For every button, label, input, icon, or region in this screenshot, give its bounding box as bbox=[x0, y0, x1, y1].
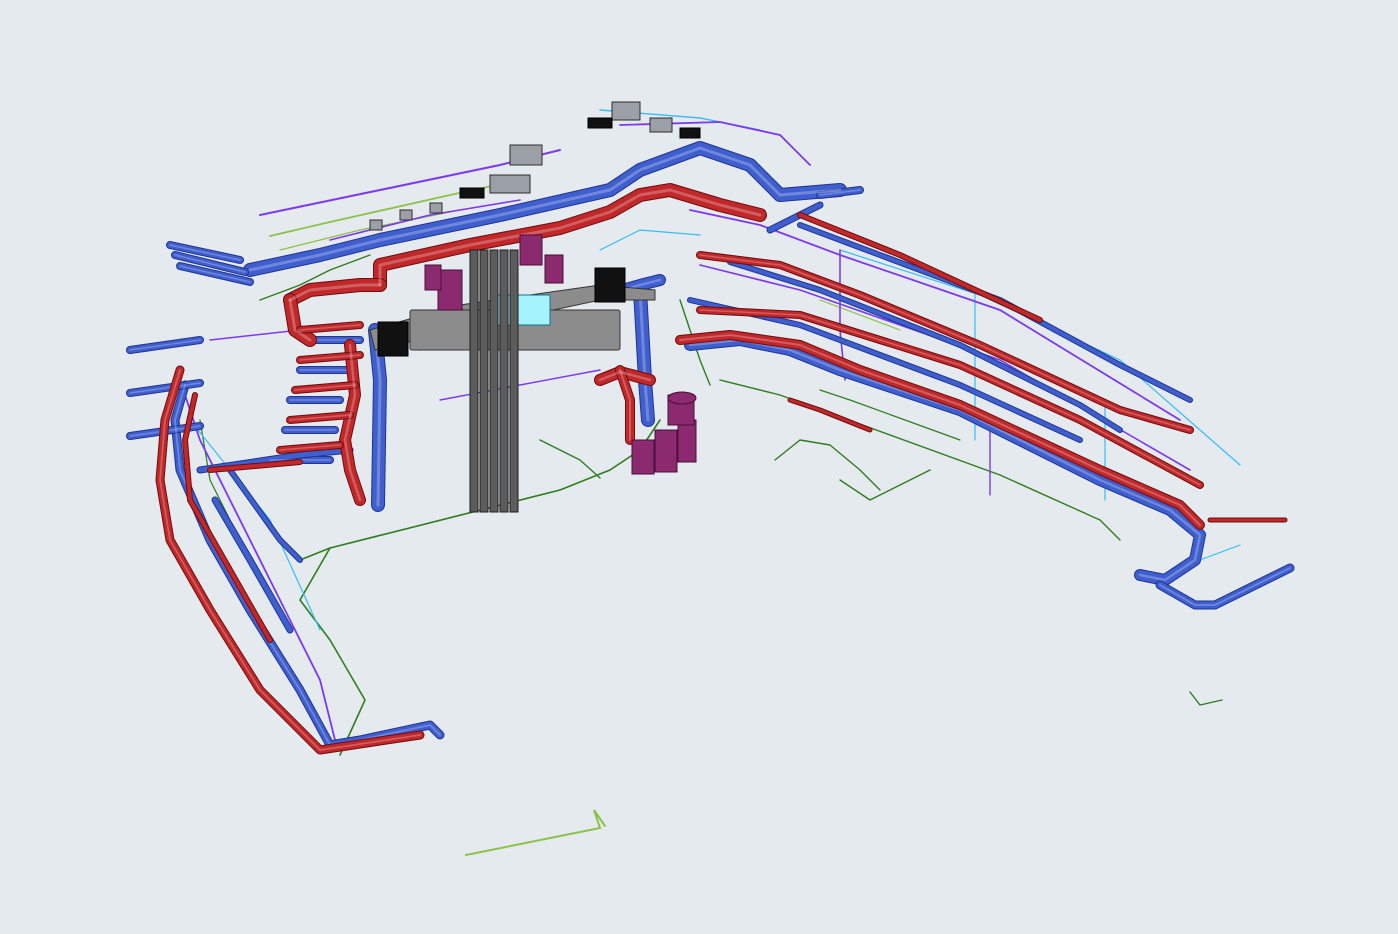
green-pipe bbox=[1189, 691, 1223, 706]
supply-duct-outline bbox=[684, 334, 1206, 586]
condensate-piping-layer bbox=[199, 254, 1223, 756]
light-green-pipe bbox=[465, 809, 606, 856]
rooftop-unit bbox=[611, 101, 641, 121]
ahu-black-section bbox=[594, 267, 626, 303]
shaft-equipment-top bbox=[667, 391, 697, 405]
supply-duct-highlight bbox=[688, 338, 1202, 582]
shaft-equipment bbox=[631, 439, 655, 475]
supply-duct-outline bbox=[170, 380, 445, 750]
ahu-black-section bbox=[377, 321, 409, 357]
rooftop-unit bbox=[649, 117, 673, 133]
vertical-riser bbox=[489, 249, 499, 513]
light-blue-pipe bbox=[1199, 544, 1241, 561]
supply-duct bbox=[688, 298, 1082, 442]
supply-duct-outline bbox=[687, 297, 1083, 443]
green-pipe bbox=[299, 547, 366, 756]
green-pipe bbox=[539, 439, 601, 479]
ahu-cyan-coil bbox=[489, 294, 551, 326]
vertical-riser bbox=[479, 249, 489, 513]
rooftop-unit bbox=[509, 144, 543, 166]
vertical-riser bbox=[509, 249, 519, 513]
rooftop-unit-black bbox=[679, 127, 701, 139]
mep-model-drawing[interactable] bbox=[0, 0, 1398, 934]
green-pipe bbox=[839, 469, 931, 501]
shaft-equipment bbox=[654, 429, 678, 473]
small-equipment bbox=[429, 202, 443, 214]
shaft-equipment bbox=[437, 269, 463, 311]
3d-model-viewport[interactable] bbox=[0, 0, 1398, 934]
green-pipe bbox=[774, 439, 881, 491]
rooftop-unit-black bbox=[459, 187, 485, 199]
small-equipment bbox=[369, 219, 383, 231]
small-equipment bbox=[399, 209, 413, 221]
shaft-equipment bbox=[519, 234, 543, 266]
supply-duct bbox=[685, 335, 1205, 585]
light-blue-pipe bbox=[839, 249, 1241, 466]
shaft-equipment bbox=[544, 254, 564, 284]
purple-pipe bbox=[439, 369, 601, 401]
vertical-riser bbox=[499, 249, 509, 513]
rooftop-unit-black bbox=[587, 117, 613, 129]
return-air-duct-layer bbox=[155, 183, 1288, 755]
shaft-equipment bbox=[677, 419, 697, 463]
return-duct bbox=[788, 398, 872, 432]
vertical-riser bbox=[469, 249, 479, 513]
shaft-equipment bbox=[424, 264, 442, 291]
rooftop-unit bbox=[489, 174, 531, 194]
light-blue-pipe bbox=[599, 229, 701, 251]
supply-duct bbox=[171, 381, 444, 749]
supply-duct-highlight bbox=[174, 384, 441, 746]
